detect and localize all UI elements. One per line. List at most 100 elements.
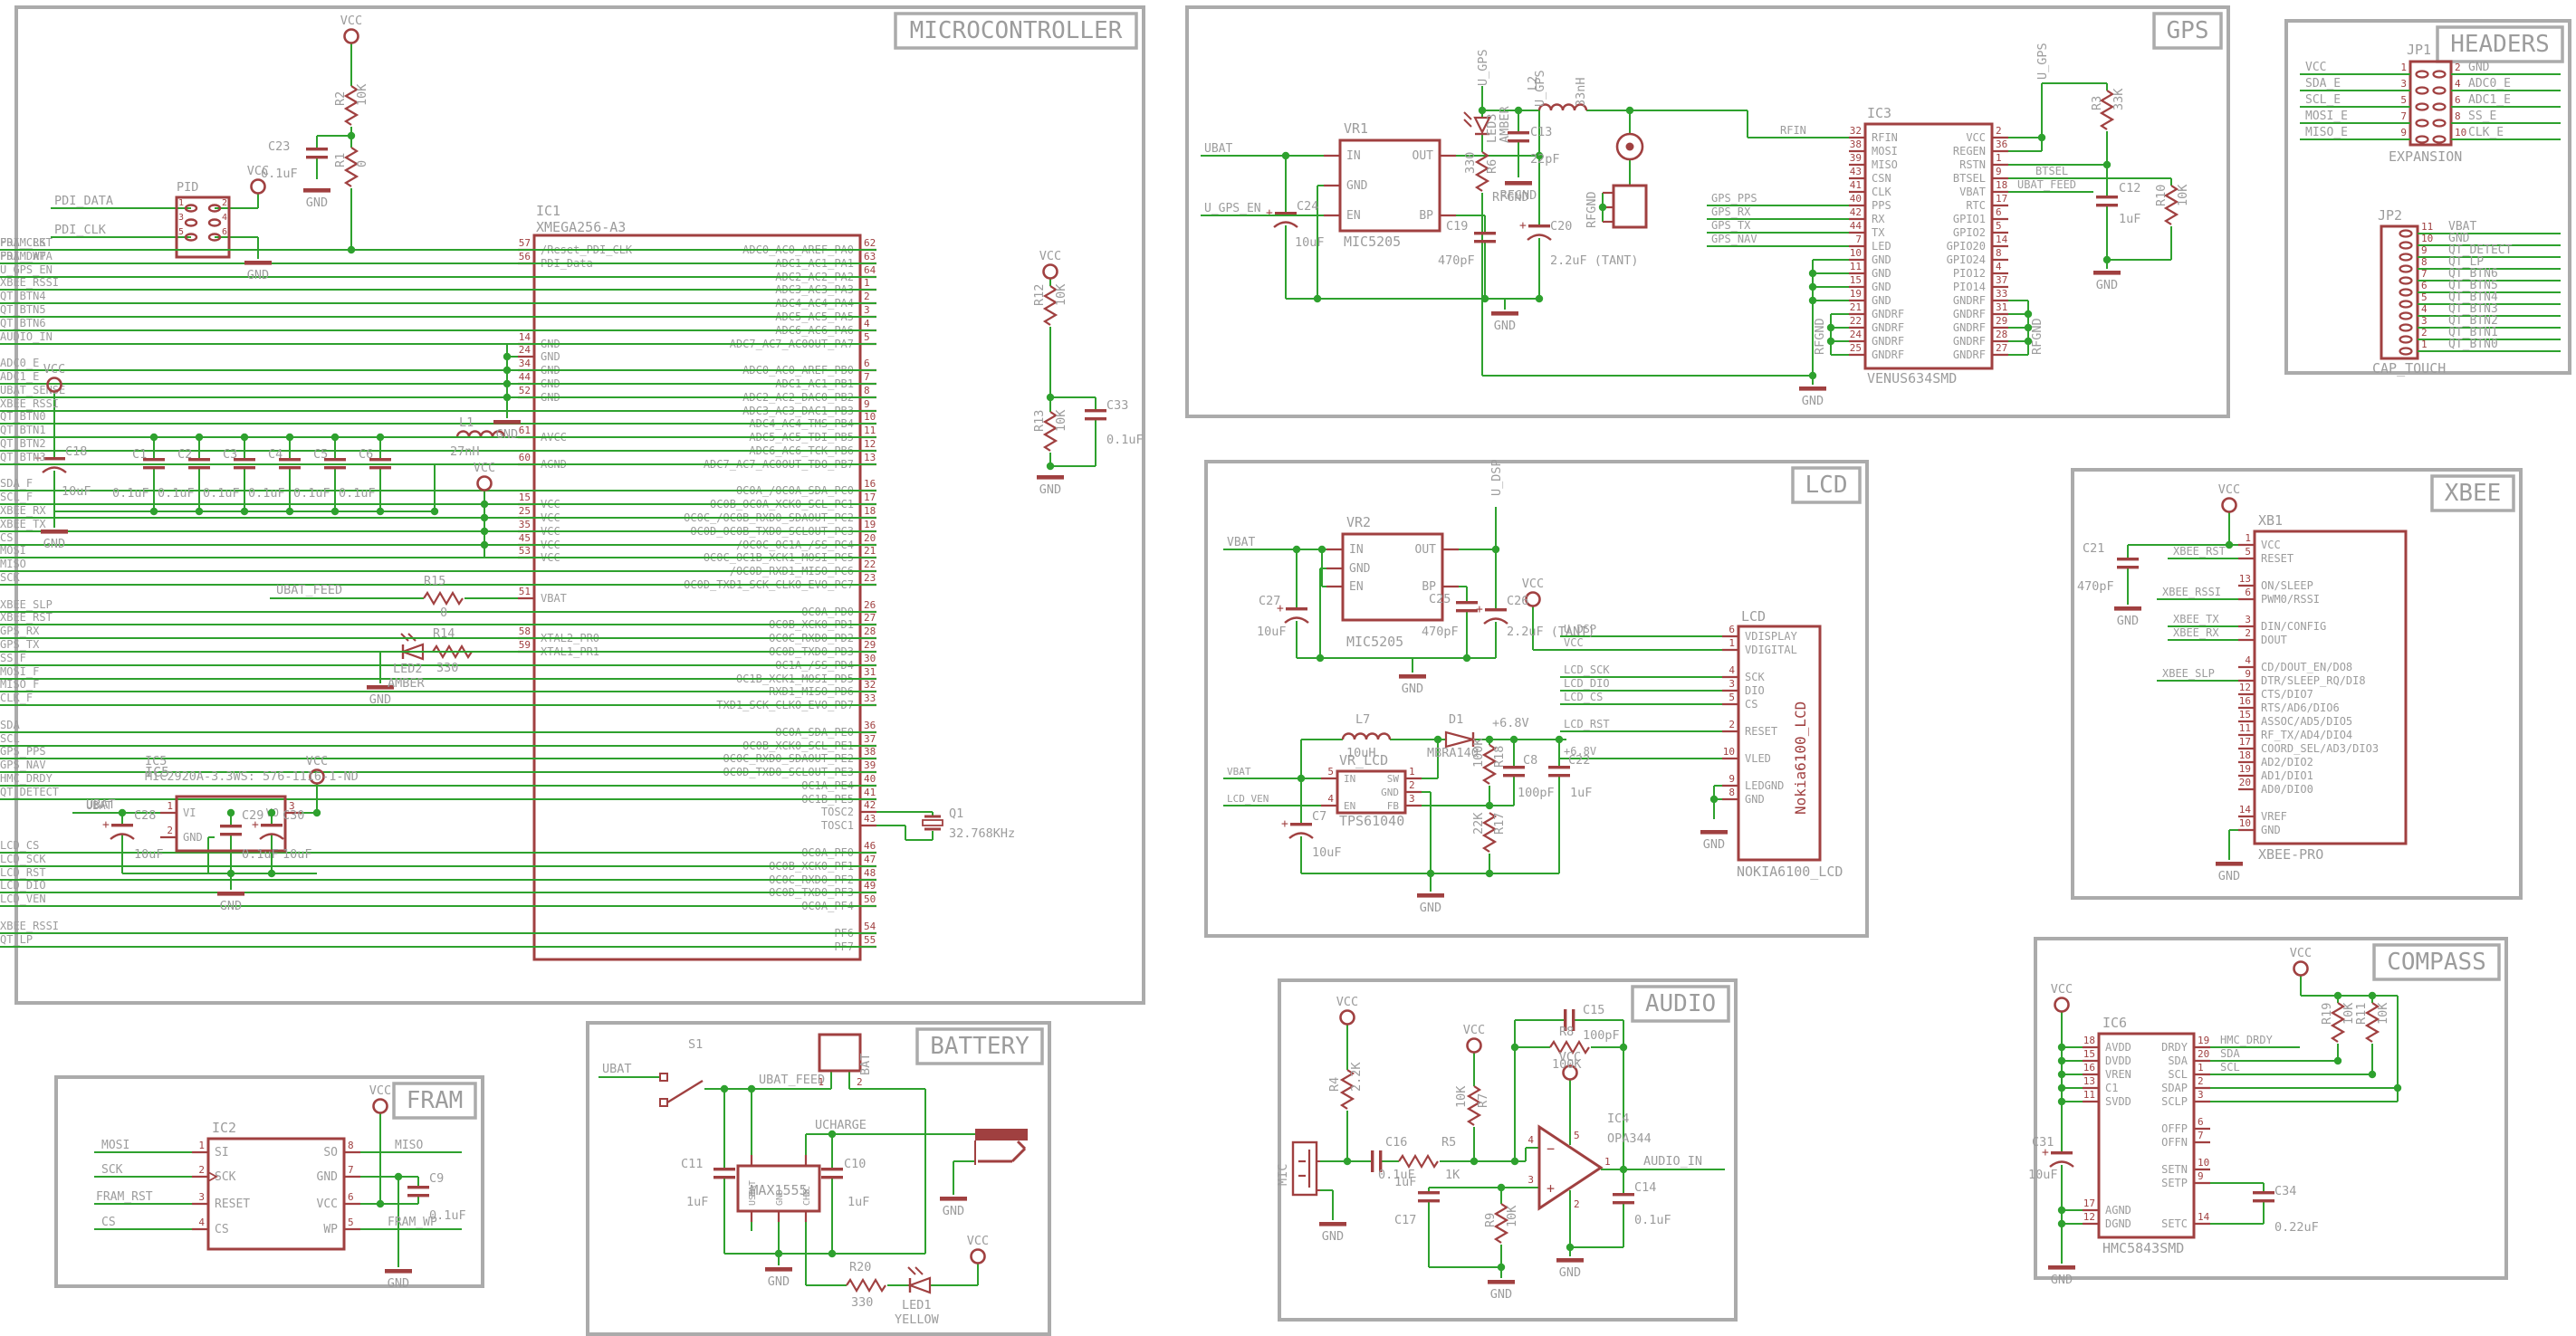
pin-name: MOSI xyxy=(1872,145,1898,157)
block-title: GPS xyxy=(2167,17,2209,44)
label: C20 xyxy=(1550,219,1572,234)
net-label: UBAT_SENSE xyxy=(0,384,65,396)
pin-number: 36 xyxy=(864,720,876,731)
pin-number: 36 xyxy=(1996,138,2007,150)
res-part xyxy=(847,1280,886,1291)
net-label: RFIN xyxy=(1780,124,1806,137)
net-label: BTSEL xyxy=(2035,165,2068,177)
pin-number: 5 xyxy=(864,331,870,343)
pin-number: 2 xyxy=(1729,719,1735,730)
net-label: XBEE_SLP xyxy=(2162,667,2215,680)
ic-value: NOKIA6100_LCD xyxy=(1737,864,1843,880)
pin-name: GPIO20 xyxy=(1947,240,1986,253)
pcap-part: + xyxy=(1277,602,1308,623)
ic-value: TPS61040 xyxy=(1339,813,1404,829)
pin-number: 1 xyxy=(864,277,870,289)
pin-name: SI xyxy=(215,1146,229,1159)
pin-number: 16 xyxy=(2239,695,2251,707)
label: C5 xyxy=(313,447,328,462)
label: R9 xyxy=(1483,1213,1498,1227)
pin-name: VCC xyxy=(2261,539,2281,551)
label: R13 xyxy=(1032,410,1047,432)
pin-number: 4 xyxy=(2245,654,2251,666)
pin-name: GND xyxy=(1381,787,1399,798)
pin-number: 63 xyxy=(864,251,876,262)
net-label: QT_BTN0 xyxy=(2448,338,2498,351)
pad-part xyxy=(186,220,196,226)
gnd-symbol: GND xyxy=(1488,1280,1515,1302)
pin-number: 4 xyxy=(2455,78,2461,90)
pin-number: 6 xyxy=(348,1191,354,1203)
net-label: MISO_F xyxy=(0,678,39,691)
pin-name: CTS/DIO7 xyxy=(2261,688,2313,701)
ic-value: VENUS634SMD xyxy=(1867,370,1957,386)
pin-name: VI xyxy=(183,806,196,819)
label: 32.768KHz xyxy=(949,826,1015,841)
label: 1uF xyxy=(1570,786,1592,800)
pin-number: 44 xyxy=(519,371,531,383)
label: IC5 xyxy=(145,754,167,768)
pin-number: 28 xyxy=(864,625,876,637)
pin-number: 20 xyxy=(2198,1048,2209,1060)
pin-number: 2 xyxy=(2245,627,2251,639)
label: C30 xyxy=(282,808,304,823)
net-label: XBEE_RSSI xyxy=(0,920,59,932)
pin-number: 10 xyxy=(864,411,876,423)
pin-number: 5 xyxy=(2245,546,2251,558)
xtal-part xyxy=(923,816,943,829)
pin-number: 60 xyxy=(519,452,531,463)
net-label: XBEE_RSSI xyxy=(0,276,59,289)
pin-name: CS xyxy=(215,1223,229,1236)
label: 10uF xyxy=(282,847,312,862)
label: 27nH xyxy=(450,444,480,459)
pin-name: RSTN xyxy=(1959,158,1986,171)
pin-name: RF_TX/AD4/DIO4 xyxy=(2261,729,2352,741)
pin-number: 12 xyxy=(2083,1211,2095,1223)
ant-part xyxy=(1617,134,1642,159)
pin-number: 27 xyxy=(864,612,876,624)
label: C3 xyxy=(223,447,237,462)
pin-number: 18 xyxy=(2083,1035,2095,1046)
label: PDI_DATA xyxy=(54,194,113,208)
block-title: AUDIO xyxy=(1645,990,1716,1017)
pin-number: 4 xyxy=(864,318,870,329)
gnd-symbol-label: GND xyxy=(369,692,391,707)
pin-number: 9 xyxy=(2421,244,2428,256)
pin-name: RTC xyxy=(1966,199,1986,212)
label: 330 xyxy=(1463,152,1478,174)
net-label: SCL xyxy=(0,732,20,745)
pin-number: 25 xyxy=(1850,342,1862,354)
cap-part xyxy=(1548,766,1570,777)
pin-number: 61 xyxy=(519,425,531,436)
pin-name: IN xyxy=(1346,149,1361,163)
net-label: QT_BTN5 xyxy=(0,303,46,316)
label: RFGND xyxy=(1492,190,1529,205)
pin-number: 59 xyxy=(519,639,531,651)
net-label: LCD_SCK xyxy=(0,853,46,865)
gnd-symbol-label: GND xyxy=(768,1274,790,1289)
pin-name: GND xyxy=(1346,179,1368,193)
net-label: FRAM_RST xyxy=(0,236,53,249)
pcap-part: + xyxy=(1281,817,1313,838)
vcc-symbol: VCC xyxy=(2290,946,2312,976)
net-label: CLK_F xyxy=(0,692,33,704)
label: + xyxy=(1547,1180,1555,1197)
pin-number: 1 xyxy=(167,800,173,812)
gnd-symbol: GND xyxy=(2048,1265,2075,1287)
pin-number: 21 xyxy=(864,545,876,557)
label: C13 xyxy=(1530,125,1552,139)
pin-number: 43 xyxy=(864,813,876,825)
ic-name: JP1 xyxy=(2407,42,2431,58)
label: 1 xyxy=(818,1076,824,1088)
pin-number: 15 xyxy=(2239,709,2251,720)
label: C27 xyxy=(1259,594,1280,608)
label: C14 xyxy=(1634,1180,1656,1195)
pin-name: GNDRF xyxy=(1953,335,1986,348)
label: 2.2uF (TANT) xyxy=(1550,253,1639,268)
label: D1 xyxy=(1449,712,1463,727)
pin-number: 5 xyxy=(2421,291,2428,303)
gnd-symbol: GND xyxy=(2216,862,2243,883)
net-label: XBEE_TX xyxy=(2173,613,2219,625)
label: 2.2K xyxy=(1349,1062,1364,1092)
vcc-symbol-label: VCC xyxy=(2290,946,2312,960)
